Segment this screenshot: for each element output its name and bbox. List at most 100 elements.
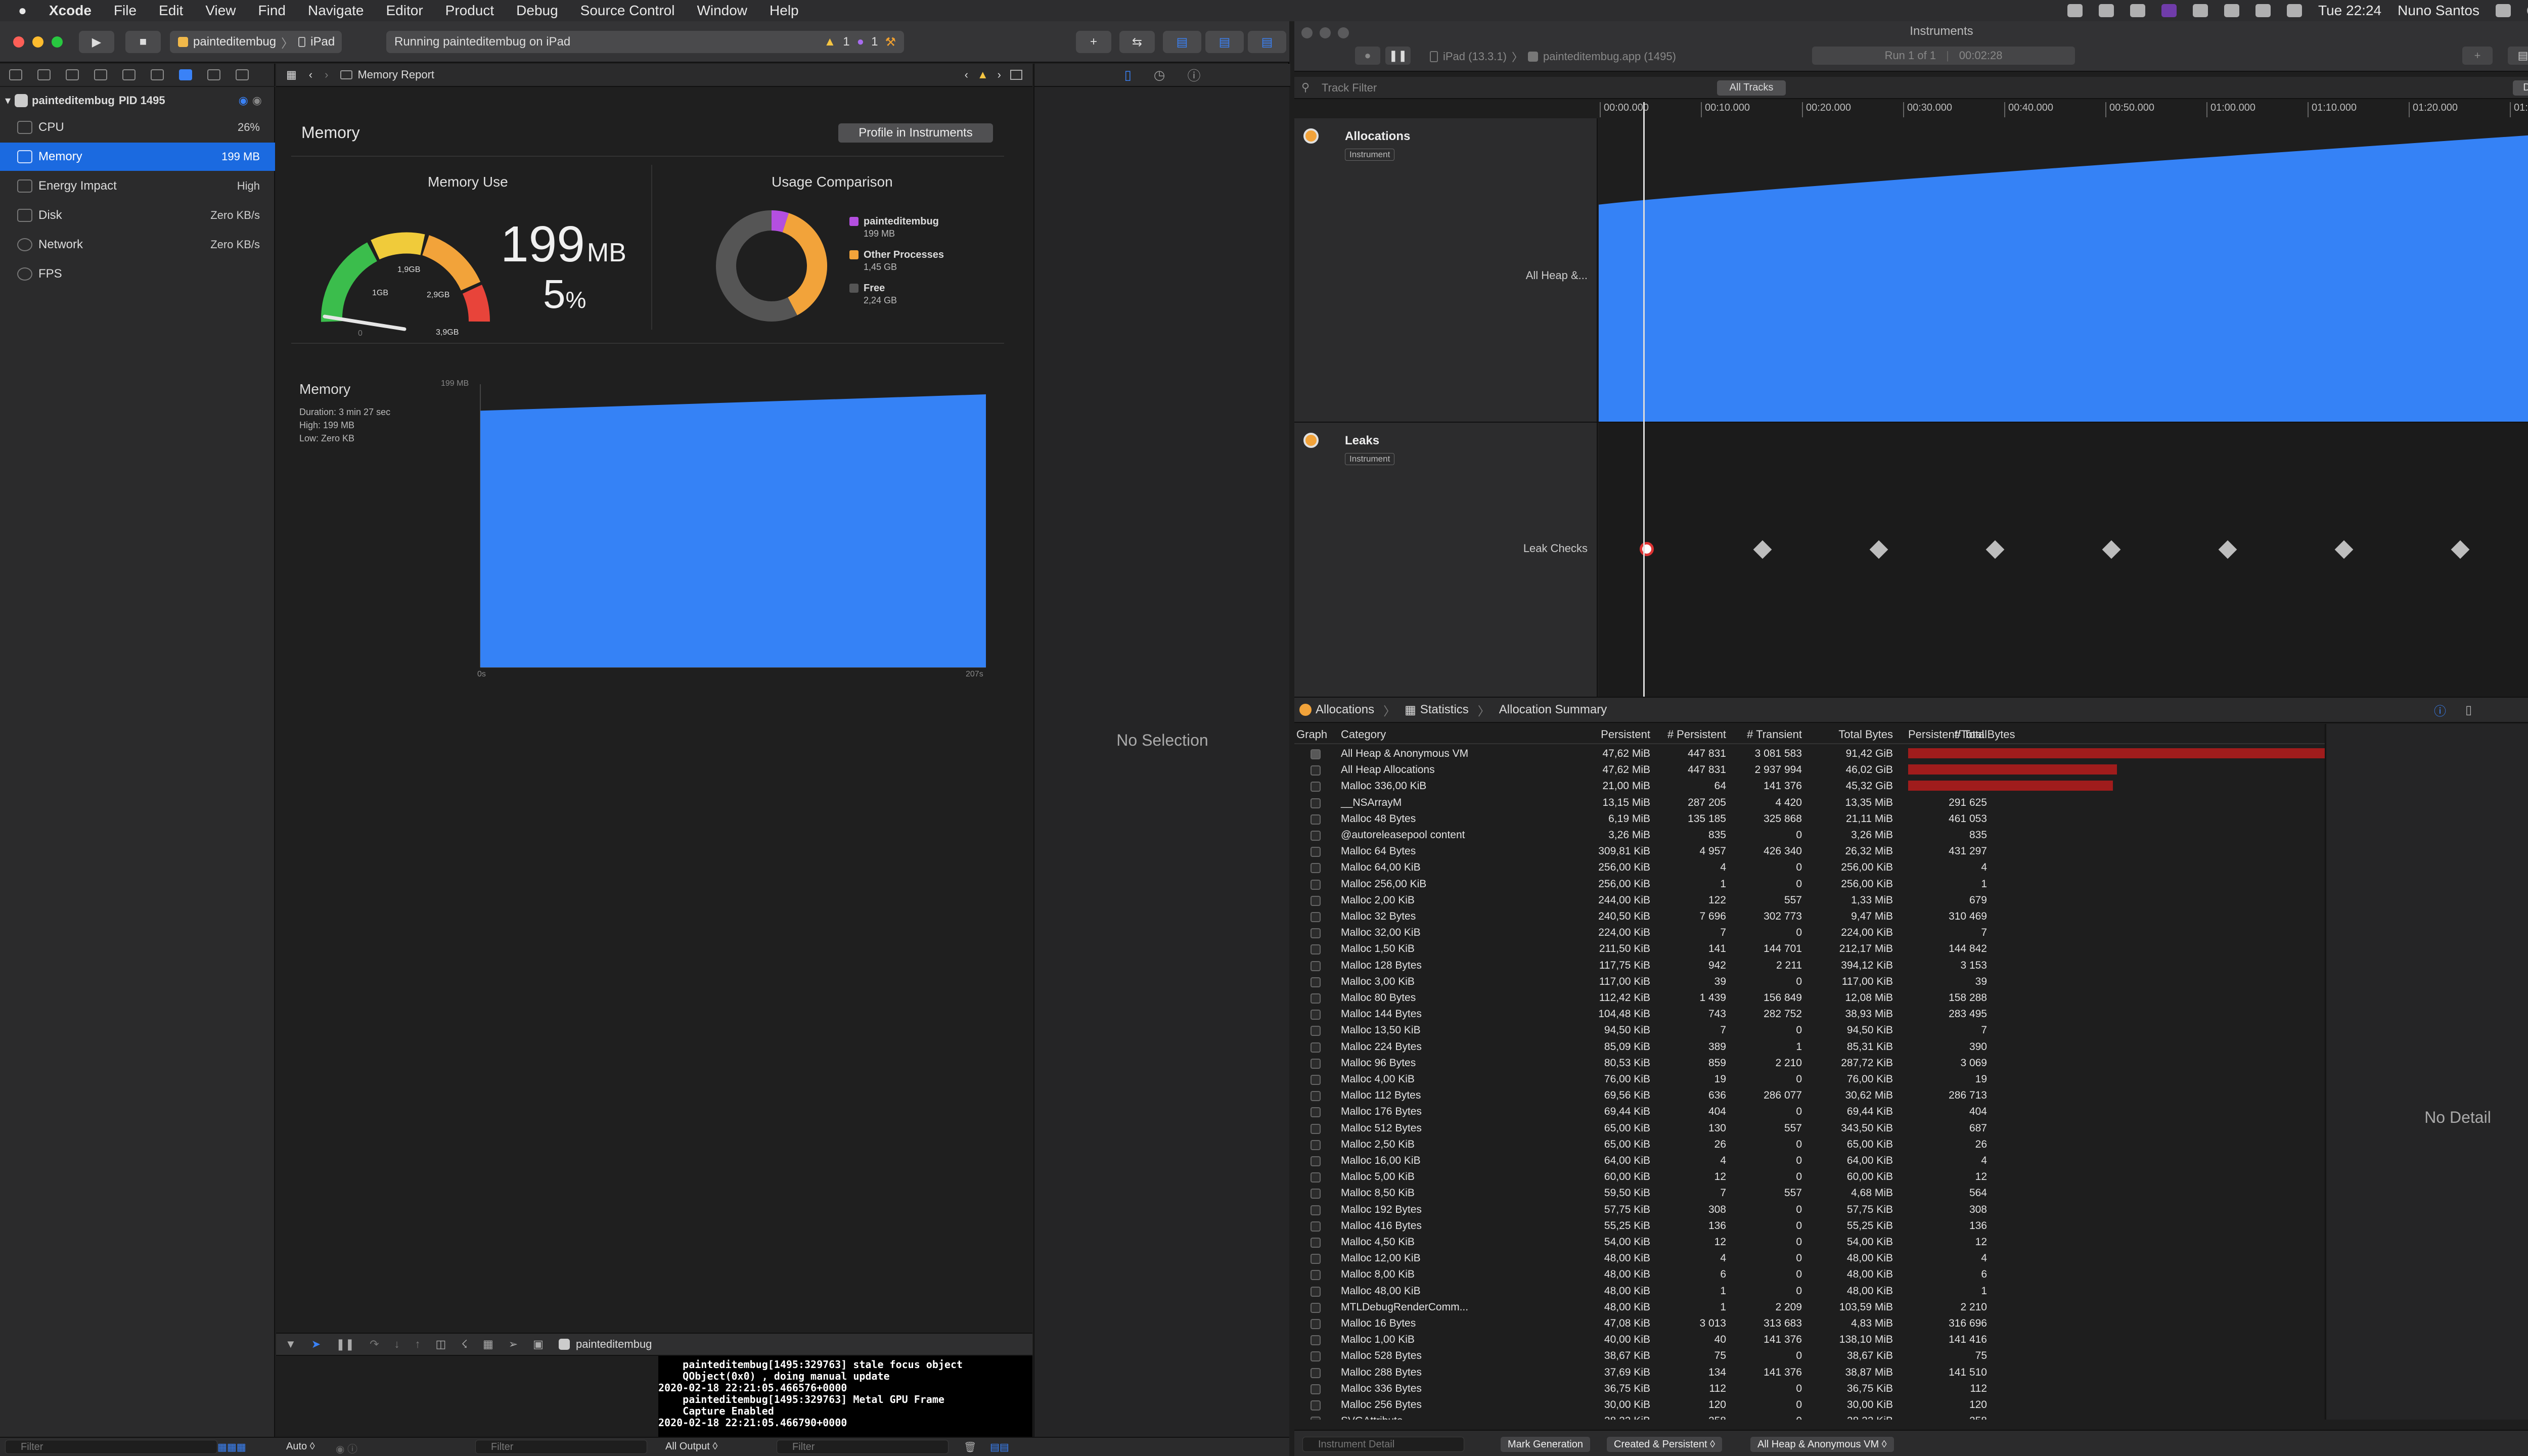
table-row[interactable]: __NSArrayM 13,15 MiB 287 205 4 420 13,35 MiB… xyxy=(1294,794,2325,810)
table-row[interactable]: Malloc 256 Bytes 30,00 KiB 120 0 30,00 KiB 12… xyxy=(1294,1396,2325,1413)
graph-checkbox[interactable] xyxy=(1311,1010,1321,1020)
table-row[interactable]: Malloc 16 Bytes 47,08 KiB 3 013 313 683 4,83… xyxy=(1294,1315,2325,1331)
library-button[interactable]: + xyxy=(1076,31,1111,53)
graph-checkbox[interactable] xyxy=(1311,1270,1321,1281)
cloud-icon[interactable] xyxy=(2099,4,2114,17)
detail-tab-allocation-summary[interactable]: Allocation Summary xyxy=(1499,703,1607,717)
variables-scope-popup[interactable]: Auto ◊ xyxy=(286,1441,315,1452)
graph-checkbox[interactable] xyxy=(1311,831,1321,841)
column-total-bytes[interactable]: Total Bytes xyxy=(1802,728,1893,741)
test-navigator-icon[interactable] xyxy=(151,69,164,80)
step-out-icon[interactable]: ↑ xyxy=(415,1338,421,1351)
detail-tab-statistics[interactable]: Statistics xyxy=(1420,703,1469,717)
graph-checkbox[interactable] xyxy=(1311,1172,1321,1183)
apple-menu-icon[interactable]: ● xyxy=(0,3,38,19)
find-navigator-icon[interactable] xyxy=(94,69,107,80)
menu-file[interactable]: File xyxy=(103,3,148,19)
graph-checkbox[interactable] xyxy=(1311,1058,1321,1069)
table-row[interactable]: Malloc 3,00 KiB 117,00 KiB 39 0 117,00 KiB 39 xyxy=(1294,973,2325,989)
menu-source-control[interactable]: Source Control xyxy=(569,3,686,19)
table-row[interactable]: Malloc 13,50 KiB 94,50 KiB 7 0 94,50 KiB 7 xyxy=(1294,1022,2325,1038)
runtime-issue-icon[interactable]: ● xyxy=(857,35,865,49)
leaks-track-header[interactable]: Leaks Instrument Leak Checks xyxy=(1294,423,1598,708)
graph-checkbox[interactable] xyxy=(1311,1302,1321,1313)
graph-checkbox[interactable] xyxy=(1311,1140,1321,1150)
menu-debug[interactable]: Debug xyxy=(505,3,569,19)
table-row[interactable]: Malloc 8,50 KiB 59,50 KiB 7 557 4,68 MiB 564 xyxy=(1294,1185,2325,1201)
console-layout-icon[interactable]: ▤▤ xyxy=(990,1441,1009,1453)
track-filter-field[interactable]: Track Filter xyxy=(1322,81,1377,95)
issue-count[interactable]: 1 xyxy=(871,35,878,49)
graph-checkbox[interactable] xyxy=(1311,1189,1321,1199)
console-filter-field[interactable]: Filter xyxy=(777,1440,949,1454)
graph-checkbox[interactable] xyxy=(1311,1319,1321,1329)
table-row[interactable]: Malloc 64 Bytes 309,81 KiB 4 957 426 340 26,… xyxy=(1294,843,2325,859)
docker-icon[interactable] xyxy=(2193,4,2208,17)
menu-find[interactable]: Find xyxy=(247,3,297,19)
info-icon[interactable]: ⓘ xyxy=(2434,701,2446,719)
graph-checkbox[interactable] xyxy=(1311,1156,1321,1166)
column-n-transient[interactable]: # Transient xyxy=(1726,728,1802,741)
graph-checkbox[interactable] xyxy=(1311,1091,1321,1102)
graph-checkbox[interactable] xyxy=(1311,765,1321,776)
graph-checkbox[interactable] xyxy=(1311,1351,1321,1362)
table-row[interactable]: All Heap & Anonymous VM 47,62 MiB 447 831 3… xyxy=(1294,745,2325,761)
leak-check-marker[interactable] xyxy=(1753,540,1772,559)
column-persistent-total-bytes[interactable]: Persistent/Total Bytes xyxy=(1908,728,2015,741)
menu-help[interactable]: Help xyxy=(758,3,810,19)
help-inspector-icon[interactable]: ⓘ xyxy=(1187,66,1200,84)
simulate-location-icon[interactable]: ➢ xyxy=(509,1338,518,1351)
table-row[interactable]: Malloc 4,00 KiB 76,00 KiB 19 0 76,00 KiB 19 xyxy=(1294,1071,2325,1087)
column-graph[interactable]: Graph xyxy=(1296,728,1327,741)
gauge-cpu[interactable]: CPU 26% xyxy=(0,113,275,142)
breakpoints-toggle-icon[interactable]: ➤ xyxy=(311,1338,321,1351)
table-row[interactable]: Malloc 224 Bytes 85,09 KiB 389 1 85,31 KiB 39… xyxy=(1294,1038,2325,1055)
table-row[interactable]: Malloc 336 Bytes 36,75 KiB 112 0 36,75 KiB 11… xyxy=(1294,1380,2325,1396)
process-row[interactable]: ▾ painteditembug PID 1495 ◉ ◉ xyxy=(0,89,275,112)
variables-filter-field[interactable]: Filter xyxy=(475,1440,647,1454)
table-row[interactable]: Malloc 48 Bytes 6,19 MiB 135 185 325 868 21,… xyxy=(1294,810,2325,827)
table-row[interactable]: Malloc 288 Bytes 37,69 KiB 134 141 376 38,87… xyxy=(1294,1364,2325,1380)
graph-checkbox[interactable] xyxy=(1311,1417,1321,1420)
table-row[interactable]: Malloc 48,00 KiB 48,00 KiB 1 0 48,00 KiB 1 xyxy=(1294,1283,2325,1299)
history-inspector-icon[interactable]: ◷ xyxy=(1154,67,1165,83)
table-row[interactable]: @autoreleasepool content 3,26 MiB 835 0 3,26… xyxy=(1294,827,2325,843)
table-row[interactable]: Malloc 16,00 KiB 64,00 KiB 4 0 64,00 KiB 4 xyxy=(1294,1152,2325,1168)
toggle-navigator-button[interactable]: ▤ xyxy=(1163,31,1201,53)
graph-checkbox[interactable] xyxy=(1311,798,1321,808)
graph-checkbox[interactable] xyxy=(1311,749,1321,759)
graph-checkbox[interactable] xyxy=(1311,1026,1321,1036)
target-selector[interactable]: iPad (13.3.1) 〉 painteditembug.app (1495… xyxy=(1430,49,1676,65)
step-over-icon[interactable]: ↷ xyxy=(370,1338,379,1351)
menu-navigate[interactable]: Navigate xyxy=(297,3,375,19)
disclosure-triangle-icon[interactable]: ▾ xyxy=(5,94,11,107)
symbol-navigator-icon[interactable] xyxy=(66,69,79,80)
status-purple-icon[interactable] xyxy=(2161,4,2177,17)
graph-checkbox[interactable] xyxy=(1311,1205,1321,1215)
table-row[interactable]: Malloc 128 Bytes 117,75 KiB 942 2 211 394,12… xyxy=(1294,957,2325,973)
environment-overrides-icon[interactable]: ▦ xyxy=(483,1338,493,1351)
graph-checkbox[interactable] xyxy=(1311,1123,1321,1134)
warning-count[interactable]: 1 xyxy=(843,35,849,49)
graph-checkbox[interactable] xyxy=(1311,847,1321,857)
stop-button[interactable]: ■ xyxy=(125,31,161,53)
forward-arrow-icon[interactable]: › xyxy=(325,68,328,81)
graph-checkbox[interactable] xyxy=(1311,1075,1321,1085)
gauge-memory[interactable]: Memory 199 MB xyxy=(0,143,275,171)
graph-checkbox[interactable] xyxy=(1311,895,1321,906)
column-category[interactable]: Category xyxy=(1341,728,1386,741)
bluetooth-icon[interactable] xyxy=(2255,4,2271,17)
menu-editor[interactable]: Editor xyxy=(375,3,434,19)
table-row[interactable]: Malloc 2,50 KiB 65,00 KiB 26 0 65,00 KiB 26 xyxy=(1294,1136,2325,1152)
column-persistent[interactable]: Persistent xyxy=(1507,728,1650,741)
leak-check-marker[interactable] xyxy=(2451,540,2470,559)
table-row[interactable]: Malloc 2,00 KiB 244,00 KiB 122 557 1,33 MiB 6… xyxy=(1294,892,2325,908)
table-row[interactable]: Malloc 416 Bytes 55,25 KiB 136 0 55,25 KiB 13… xyxy=(1294,1217,2325,1234)
step-into-icon[interactable]: ↓ xyxy=(394,1338,400,1351)
instrument-detail-filter[interactable]: Instrument Detail xyxy=(1302,1437,1464,1452)
duplicate-button[interactable]: Duplicate xyxy=(2513,80,2528,96)
debug-process-name[interactable]: painteditembug xyxy=(576,1338,652,1351)
table-row[interactable]: Malloc 112 Bytes 69,56 KiB 636 286 077 30,62… xyxy=(1294,1087,2325,1103)
spotlight-icon[interactable] xyxy=(2496,4,2511,17)
leak-check-marker[interactable] xyxy=(1985,540,2005,559)
